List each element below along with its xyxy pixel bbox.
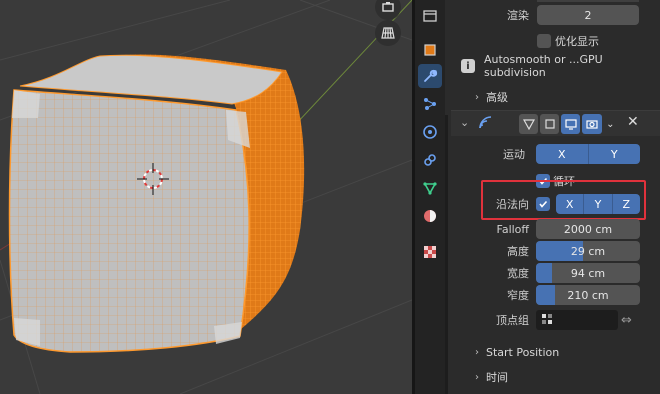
width-slider-fill: [536, 263, 552, 283]
time-panel-header[interactable]: › 时间: [445, 366, 660, 388]
particles-icon[interactable]: [418, 92, 442, 116]
render-camera-icon[interactable]: [582, 114, 602, 134]
physics-icon[interactable]: [418, 120, 442, 144]
chevron-down-icon[interactable]: ⌄: [460, 116, 469, 129]
start-position-label: Start Position: [486, 345, 560, 359]
3d-viewport[interactable]: [0, 0, 412, 394]
edit-cage-icon[interactable]: [519, 114, 539, 134]
upper-field[interactable]: [537, 0, 639, 2]
height-label: 高度: [507, 245, 529, 258]
motion-axis-toggle: X Y: [536, 144, 640, 164]
width-row: 宽度 94 cm: [445, 262, 660, 284]
time-label: 时间: [486, 371, 508, 384]
width-label: 宽度: [507, 267, 529, 280]
height-row: 高度 29 cm: [445, 240, 660, 262]
advanced-panel-header[interactable]: › 高级: [445, 86, 660, 108]
narrowness-slider-fill: [536, 285, 555, 305]
close-icon[interactable]: ✕: [627, 114, 639, 130]
vertex-group-icon: [541, 313, 553, 330]
motion-x-toggle[interactable]: X: [536, 144, 589, 164]
vertex-group-field[interactable]: [536, 310, 618, 330]
width-slider[interactable]: 94 cm: [536, 263, 640, 283]
viewport-display-icon[interactable]: [561, 114, 581, 134]
vertex-group-row: 顶点组 ⇔: [445, 309, 660, 331]
falloff-label: Falloff: [496, 222, 529, 236]
narrowness-slider[interactable]: 210 cm: [536, 285, 640, 305]
info-text: Autosmooth or ...GPU subdivision: [484, 53, 603, 79]
scene-canvas: [0, 0, 412, 394]
object-data-icon[interactable]: [418, 176, 442, 200]
toolbox-tab-icon[interactable]: [418, 4, 442, 28]
grid-icon[interactable]: [375, 20, 401, 46]
wave-modifier-icon: [477, 115, 493, 134]
render-value: 2: [584, 8, 592, 22]
modifier-toggle-group: ⌄: [519, 114, 617, 134]
advanced-label: 高级: [486, 91, 508, 104]
render-levels-row: 渲染 2: [445, 4, 660, 26]
vertex-group-label: 顶点组: [496, 314, 529, 327]
edit-mode-icon[interactable]: [540, 114, 560, 134]
narrowness-value: 210 cm: [567, 288, 609, 302]
chevron-right-icon: ›: [475, 371, 479, 383]
highlight-box: [481, 180, 646, 220]
motion-label: 运动: [503, 148, 525, 161]
falloff-field[interactable]: 2000 cm: [536, 219, 640, 239]
info-row: i Autosmooth or ...GPU subdivision: [445, 53, 660, 79]
invert-arrows-icon[interactable]: ⇔: [621, 313, 632, 328]
render-levels-field[interactable]: 2: [537, 5, 639, 25]
start-position-panel-header[interactable]: › Start Position: [445, 341, 660, 363]
width-value: 94 cm: [570, 266, 606, 280]
wrench-icon[interactable]: [418, 64, 442, 88]
narrowness-row: 窄度 210 cm: [445, 284, 660, 306]
chevron-right-icon: ›: [475, 91, 479, 103]
narrowness-label: 窄度: [507, 289, 529, 302]
material-icon[interactable]: [418, 204, 442, 228]
height-value: 29 cm: [570, 244, 606, 258]
constraints-icon[interactable]: [418, 148, 442, 172]
optimal-display-label: 优化显示: [555, 35, 599, 48]
motion-row: 运动 X Y: [445, 143, 660, 165]
wave-modifier-header: ⌄ ⌄ ✕: [451, 110, 660, 136]
object-icon[interactable]: [418, 38, 442, 62]
optimal-display-row: 优化显示: [445, 30, 660, 52]
info-icon: i: [461, 59, 475, 73]
height-slider[interactable]: 29 cm: [536, 241, 640, 261]
properties-tabs: [415, 0, 445, 394]
motion-y-toggle[interactable]: Y: [588, 144, 640, 164]
falloff-row: Falloff 2000 cm: [445, 218, 660, 240]
dropdown-chevron-icon[interactable]: ⌄: [604, 114, 617, 134]
render-label: 渲染: [507, 9, 529, 22]
falloff-value: 2000 cm: [563, 222, 613, 236]
chevron-right-icon: ›: [475, 346, 479, 358]
properties-panel: 渲染 2 优化显示 i Autosmooth or ...GPU subdivi…: [445, 0, 660, 394]
texture-icon[interactable]: [418, 240, 442, 264]
optimal-display-checkbox[interactable]: [537, 34, 551, 48]
